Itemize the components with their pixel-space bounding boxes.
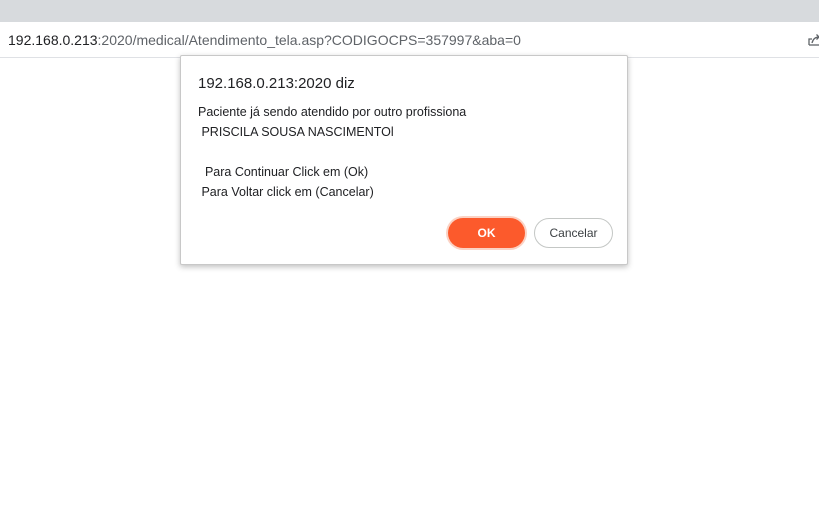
browser-tab-strip (0, 0, 819, 22)
url-path: :2020/medical/Atendimento_tela.asp?CODIG… (97, 32, 521, 48)
ok-button[interactable]: OK (448, 218, 525, 248)
address-bar[interactable]: 192.168.0.213:2020/medical/Atendimento_t… (0, 22, 819, 58)
dialog-message-line: PRISCILA SOUSA NASCIMENTOl (198, 125, 394, 139)
dialog-message-line: Para Voltar click em (Cancelar) (198, 185, 374, 199)
dialog-title: 192.168.0.213:2020 diz (198, 75, 355, 92)
url-host: 192.168.0.213 (8, 32, 98, 48)
url-text[interactable]: 192.168.0.213:2020/medical/Atendimento_t… (8, 32, 521, 48)
dialog-message-line: Paciente já sendo atendido por outro pro… (198, 105, 467, 119)
cancel-button[interactable]: Cancelar (534, 218, 613, 248)
alert-dialog: 192.168.0.213:2020 diz Paciente já sendo… (180, 55, 628, 265)
share-icon[interactable] (807, 33, 819, 47)
dialog-message-line: Para Continuar Click em (Ok) (198, 165, 369, 179)
